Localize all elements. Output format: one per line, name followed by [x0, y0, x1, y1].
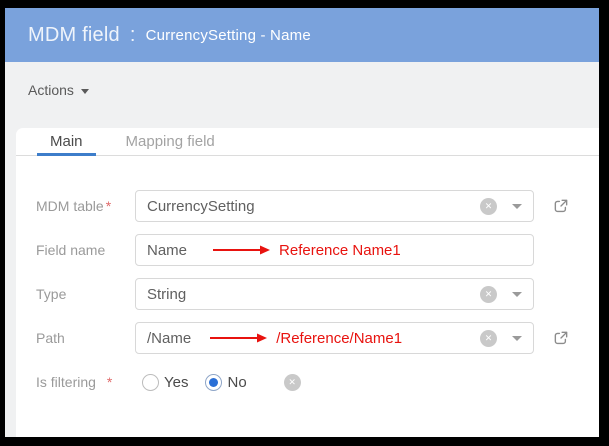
toolbar: Actions: [5, 62, 599, 100]
mdm-table-label: MDM table*: [36, 198, 135, 214]
is-filtering-radio-group: Yes No ✕: [142, 374, 301, 391]
mdm-table-open-button[interactable]: [553, 198, 569, 214]
clear-icon[interactable]: ✕: [480, 198, 497, 215]
chevron-down-icon: [81, 89, 89, 94]
dropdown-caret-icon[interactable]: [512, 336, 522, 341]
radio-yes[interactable]: [142, 374, 159, 391]
field-name-value: Name: [147, 242, 187, 259]
page-title-separator: :: [130, 24, 136, 47]
annotation: Reference Name1: [212, 242, 401, 259]
required-marker: *: [106, 198, 111, 214]
page-title: MDM field : CurrencySetting - Name: [5, 8, 599, 62]
tab-main[interactable]: Main: [37, 128, 96, 155]
clear-icon[interactable]: ✕: [480, 330, 497, 347]
type-label: Type: [36, 286, 135, 302]
annotation-text: Reference Name1: [279, 242, 401, 259]
annotation: /Reference/Name1: [209, 330, 402, 347]
type-value: String: [147, 286, 186, 303]
clear-icon[interactable]: ✕: [284, 374, 301, 391]
radio-no-label: No: [227, 374, 246, 391]
external-link-icon: [553, 198, 569, 214]
annotation-text: /Reference/Name1: [276, 330, 402, 347]
form-row-is-filtering: Is filtering* Yes No ✕: [36, 366, 599, 398]
mdm-table-combobox[interactable]: CurrencySetting ✕: [135, 190, 534, 222]
field-name-input[interactable]: Name Reference Name1: [135, 234, 534, 266]
app-window: MDM field : CurrencySetting - Name Actio…: [5, 8, 599, 437]
path-value: /Name: [147, 330, 191, 347]
tab-bar: Main Mapping field: [16, 128, 599, 156]
type-combobox[interactable]: String ✕: [135, 278, 534, 310]
dropdown-caret-icon[interactable]: [512, 292, 522, 297]
is-filtering-label: Is filtering*: [36, 374, 135, 390]
annotation-arrow-icon: [209, 333, 267, 343]
form: MDM table* CurrencySetting ✕: [16, 156, 599, 398]
screenshot-root: { "header": { "prefix": "MDM field", "se…: [0, 0, 609, 446]
form-row-type: Type String ✕: [36, 278, 599, 310]
page-title-value: CurrencySetting - Name: [146, 27, 311, 44]
path-label: Path: [36, 330, 135, 346]
tab-main-label: Main: [50, 133, 83, 150]
radio-yes-label: Yes: [164, 374, 188, 391]
tab-mapping-field[interactable]: Mapping field: [113, 128, 228, 155]
form-row-path: Path /Name /Reference/Name1 ✕: [36, 322, 599, 354]
tab-mapping-field-label: Mapping field: [126, 133, 215, 150]
mdm-table-value: CurrencySetting: [147, 198, 255, 215]
dropdown-caret-icon[interactable]: [512, 204, 522, 209]
page-title-prefix: MDM field: [28, 24, 120, 47]
radio-no[interactable]: [205, 374, 222, 391]
form-row-field-name: Field name Name Reference Name1: [36, 234, 599, 266]
actions-dropdown-button[interactable]: Actions: [28, 82, 89, 98]
actions-label: Actions: [28, 82, 74, 98]
path-open-button[interactable]: [553, 330, 569, 346]
required-marker: *: [107, 374, 112, 390]
field-name-label: Field name: [36, 242, 135, 258]
annotation-arrow-icon: [212, 245, 270, 255]
form-row-mdm-table: MDM table* CurrencySetting ✕: [36, 190, 599, 222]
external-link-icon: [553, 330, 569, 346]
form-card: Main Mapping field MDM table* CurrencySe…: [16, 128, 599, 437]
path-combobox[interactable]: /Name /Reference/Name1 ✕: [135, 322, 534, 354]
clear-icon[interactable]: ✕: [480, 286, 497, 303]
